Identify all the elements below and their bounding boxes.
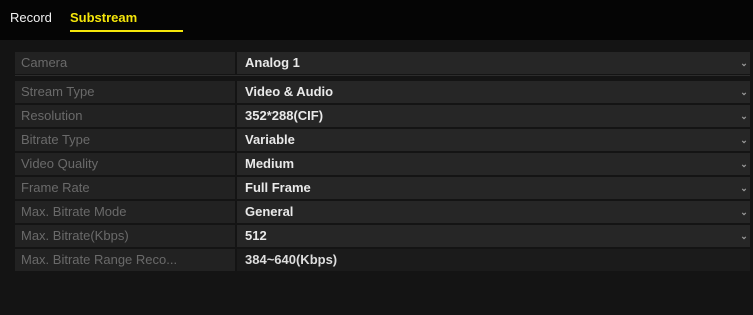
max-bitrate-mode-value: General [245, 204, 294, 219]
camera-row: Camera Analog 1 ⌄ [15, 52, 750, 74]
resolution-label: Resolution [15, 105, 235, 127]
max-bitrate-range-label: Max. Bitrate Range Reco... [15, 249, 235, 271]
frame-rate-row: Frame Rate Full Frame ⌄ [15, 177, 750, 199]
chevron-down-icon[interactable]: ⌄ [739, 205, 749, 219]
chevron-down-icon[interactable]: ⌄ [739, 229, 749, 243]
resolution-select[interactable]: 352*288(CIF) ⌄ [237, 105, 750, 127]
frame-rate-label: Frame Rate [15, 177, 235, 199]
tab-substream[interactable]: Substream [70, 10, 137, 26]
video-quality-select[interactable]: Medium ⌄ [237, 153, 750, 175]
chevron-down-icon[interactable]: ⌄ [739, 56, 749, 70]
active-tab-underline [70, 30, 183, 32]
stream-type-label: Stream Type [15, 81, 235, 103]
tab-record[interactable]: Record [10, 10, 52, 26]
max-bitrate-range-row: Max. Bitrate Range Reco... 384~640(Kbps) [15, 249, 750, 271]
chevron-down-icon[interactable]: ⌄ [739, 181, 749, 195]
stream-type-value: Video & Audio [245, 84, 334, 99]
camera-label: Camera [15, 52, 235, 74]
max-bitrate-mode-label: Max. Bitrate Mode [15, 201, 235, 223]
max-bitrate-select[interactable]: 512 ⌄ [237, 225, 750, 247]
bitrate-type-row: Bitrate Type Variable ⌄ [15, 129, 750, 151]
max-bitrate-label: Max. Bitrate(Kbps) [15, 225, 235, 247]
chevron-down-icon[interactable]: ⌄ [739, 157, 749, 171]
bitrate-type-value: Variable [245, 132, 295, 147]
chevron-down-icon[interactable]: ⌄ [739, 133, 749, 147]
substream-settings-screen: Record Substream Camera Analog 1 ⌄ Strea… [0, 0, 753, 315]
bitrate-type-select[interactable]: Variable ⌄ [237, 129, 750, 151]
settings-form: Camera Analog 1 ⌄ Stream Type Video & Au… [15, 52, 750, 315]
frame-rate-select[interactable]: Full Frame ⌄ [237, 177, 750, 199]
resolution-value: 352*288(CIF) [245, 108, 324, 123]
max-bitrate-value: 512 [245, 228, 267, 243]
video-quality-row: Video Quality Medium ⌄ [15, 153, 750, 175]
camera-value: Analog 1 [245, 55, 300, 70]
camera-select[interactable]: Analog 1 ⌄ [237, 52, 750, 74]
max-bitrate-mode-row: Max. Bitrate Mode General ⌄ [15, 201, 750, 223]
bitrate-type-label: Bitrate Type [15, 129, 235, 151]
max-bitrate-row: Max. Bitrate(Kbps) 512 ⌄ [15, 225, 750, 247]
frame-rate-value: Full Frame [245, 180, 311, 195]
max-bitrate-mode-select[interactable]: General ⌄ [237, 201, 750, 223]
chevron-down-icon[interactable]: ⌄ [739, 109, 749, 123]
chevron-down-icon[interactable]: ⌄ [739, 85, 749, 99]
tab-bar: Record Substream [0, 0, 753, 40]
stream-type-row: Stream Type Video & Audio ⌄ [15, 81, 750, 103]
stream-type-select[interactable]: Video & Audio ⌄ [237, 81, 750, 103]
video-quality-value: Medium [245, 156, 295, 171]
resolution-row: Resolution 352*288(CIF) ⌄ [15, 105, 750, 127]
max-bitrate-range-value: 384~640(Kbps) [237, 249, 750, 271]
video-quality-label: Video Quality [15, 153, 235, 175]
